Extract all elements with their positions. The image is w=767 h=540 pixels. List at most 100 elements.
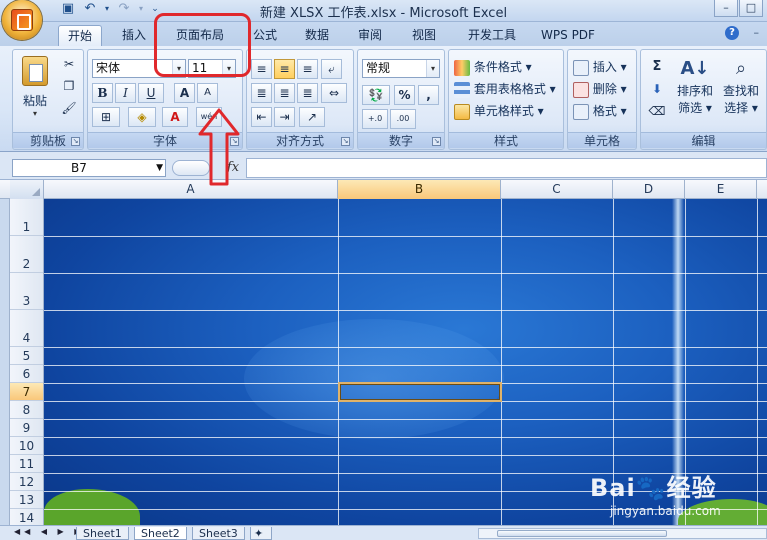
- clear-icon[interactable]: ⌫: [645, 101, 669, 121]
- font-color-button[interactable]: A: [162, 107, 188, 127]
- increase-decimal-icon[interactable]: +.0: [362, 109, 388, 129]
- column-header-e[interactable]: E: [685, 180, 757, 199]
- maximize-button[interactable]: □: [739, 0, 763, 17]
- number-format-combo[interactable]: 常规 ▾: [362, 59, 440, 78]
- column-header-c[interactable]: C: [501, 180, 613, 199]
- sort-filter-button[interactable]: A↓ 排序和 筛选 ▾: [673, 56, 717, 128]
- align-middle-icon[interactable]: ≡: [274, 59, 295, 79]
- cells-group-label: 单元格: [568, 132, 636, 148]
- italic-button[interactable]: I: [115, 83, 136, 103]
- find-select-button[interactable]: ⌕ 查找和 选择 ▾: [719, 56, 763, 128]
- name-box[interactable]: B7 ▼: [12, 159, 166, 177]
- column-header-b[interactable]: B: [338, 180, 501, 199]
- insert-cells-button[interactable]: 插入 ▾: [572, 57, 628, 77]
- row-header-8[interactable]: 8: [10, 401, 43, 419]
- shrink-font-button[interactable]: A: [197, 83, 218, 103]
- window-title: 新建 XLSX 工作表.xlsx - Microsoft Excel: [259, 6, 508, 21]
- tab-wps-pdf[interactable]: WPS PDF: [534, 25, 602, 46]
- minimize-ribbon-icon[interactable]: –: [754, 26, 760, 39]
- fill-icon[interactable]: ⬇: [645, 79, 669, 99]
- sheet-tab-bar: ◀◀ ◀ ▶ ▶▶ Sheet1 Sheet2 Sheet3 ✦: [0, 525, 767, 540]
- merge-center-icon[interactable]: ⇔: [321, 83, 347, 103]
- grow-font-button[interactable]: A: [174, 83, 195, 103]
- increase-indent-icon[interactable]: ⇥: [274, 107, 295, 127]
- align-center-icon[interactable]: ≣: [274, 83, 295, 103]
- sheet-tab-3[interactable]: Sheet3: [192, 527, 245, 540]
- borders-icon: ⊞: [100, 110, 112, 124]
- comma-button[interactable]: ,: [418, 85, 439, 105]
- sheet-tab-1[interactable]: Sheet1: [76, 527, 129, 540]
- tab-insert[interactable]: 插入: [112, 25, 156, 46]
- autosum-button[interactable]: Σ: [645, 57, 669, 77]
- tab-data[interactable]: 数据: [296, 25, 338, 46]
- clipboard-launcher-icon[interactable]: ↘: [71, 137, 80, 146]
- wrap-text-icon[interactable]: ⤶: [321, 59, 342, 79]
- name-box-value: B7: [71, 161, 87, 175]
- minimize-button[interactable]: –: [714, 0, 738, 17]
- name-box-dropdown-icon[interactable]: ▼: [156, 160, 163, 176]
- align-right-icon[interactable]: ≣: [297, 83, 318, 103]
- number-format-value: 常规: [366, 61, 391, 75]
- align-bottom-icon[interactable]: ≡: [297, 59, 318, 79]
- row-header-5[interactable]: 5: [10, 347, 43, 365]
- copy-icon[interactable]: ❐: [59, 76, 79, 96]
- row-header-1[interactable]: 1: [10, 199, 43, 236]
- decrease-decimal-icon[interactable]: .00: [390, 109, 416, 129]
- fill-color-button[interactable]: ◈: [128, 107, 156, 127]
- borders-button[interactable]: ⊞: [92, 107, 120, 127]
- row-header-2[interactable]: 2: [10, 236, 43, 273]
- bold-button[interactable]: B: [92, 83, 113, 103]
- delete-cells-button[interactable]: 删除 ▾: [572, 79, 628, 99]
- number-format-dropdown-icon[interactable]: ▾: [426, 60, 439, 77]
- paste-button[interactable]: 粘贴 ▾: [17, 54, 53, 124]
- grid-line-h: [44, 365, 767, 366]
- sort-filter-icon: A↓: [680, 58, 710, 79]
- align-left-icon[interactable]: ≣: [251, 83, 272, 103]
- currency-icon[interactable]: 💱: [362, 85, 390, 105]
- tab-review[interactable]: 审阅: [348, 25, 392, 46]
- percent-button[interactable]: %: [394, 85, 415, 105]
- format-painter-icon[interactable]: 🖌: [59, 98, 79, 118]
- table-style-icon: [454, 81, 470, 98]
- row-header-10[interactable]: 10: [10, 437, 43, 455]
- orientation-icon[interactable]: ↗: [299, 107, 325, 127]
- column-header-d[interactable]: D: [613, 180, 685, 199]
- formula-input[interactable]: [246, 158, 767, 178]
- format-cells-icon: [573, 103, 589, 120]
- row-header-3[interactable]: 3: [10, 273, 43, 310]
- row-header-7[interactable]: 7: [10, 383, 43, 401]
- cut-icon[interactable]: ✂: [59, 54, 79, 74]
- column-header-a[interactable]: A: [44, 180, 338, 199]
- row-header-11[interactable]: 11: [10, 455, 43, 473]
- decrease-indent-icon[interactable]: ⇤: [251, 107, 272, 127]
- row-header-12[interactable]: 12: [10, 473, 43, 491]
- format-as-table-button[interactable]: 套用表格格式 ▾: [453, 79, 557, 99]
- cell-styles-button[interactable]: 单元格样式 ▾: [453, 101, 545, 121]
- underline-button[interactable]: U: [138, 83, 164, 103]
- sort-filter-label-2: 筛选: [678, 101, 703, 115]
- row-header-14[interactable]: 14: [10, 509, 43, 525]
- horizontal-scroll-thumb[interactable]: [497, 530, 667, 537]
- alignment-launcher-icon[interactable]: ↘: [341, 137, 350, 146]
- row-header-6[interactable]: 6: [10, 365, 43, 383]
- insert-cells-label: 插入: [592, 60, 617, 74]
- horizontal-scrollbar[interactable]: [478, 528, 767, 539]
- row-header-13[interactable]: 13: [10, 491, 43, 509]
- tab-home[interactable]: 开始: [58, 25, 102, 46]
- row-header-9[interactable]: 9: [10, 419, 43, 437]
- tab-developer[interactable]: 开发工具: [458, 25, 526, 46]
- formula-bar: B7 ▼ fx: [0, 152, 767, 180]
- format-cells-button[interactable]: 格式 ▾: [572, 101, 628, 121]
- conditional-format-button[interactable]: 条件格式 ▾: [453, 57, 533, 77]
- office-button[interactable]: [2, 0, 42, 40]
- selected-cell-b7[interactable]: [338, 382, 502, 402]
- help-icon[interactable]: ?: [725, 26, 739, 40]
- select-all-button[interactable]: [10, 180, 44, 199]
- number-launcher-icon[interactable]: ↘: [432, 137, 441, 146]
- sheet-tab-2[interactable]: Sheet2: [134, 527, 187, 540]
- annotation-arrow-icon: [198, 108, 240, 186]
- align-top-icon[interactable]: ≡: [251, 59, 272, 79]
- insert-sheet-icon[interactable]: ✦: [250, 527, 272, 540]
- row-header-4[interactable]: 4: [10, 310, 43, 347]
- tab-view[interactable]: 视图: [402, 25, 446, 46]
